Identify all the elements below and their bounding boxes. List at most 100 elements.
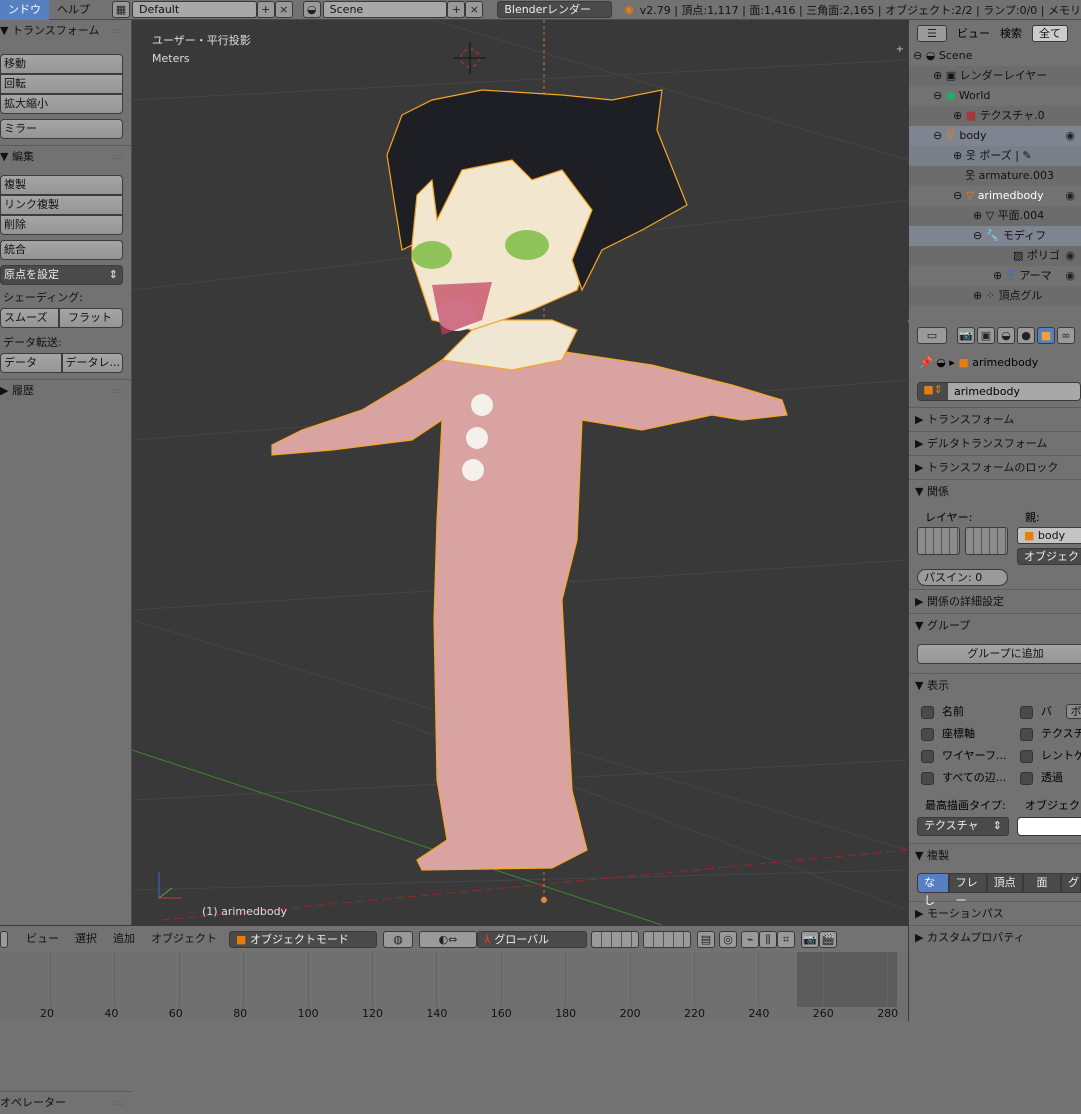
- rotate-button[interactable]: 回転: [0, 74, 123, 94]
- tree-item-pose[interactable]: ⊕ 웃 ポーズ | ✎: [909, 146, 1081, 166]
- parent-type-select[interactable]: オブジェク: [1017, 548, 1081, 565]
- pivot-icon[interactable]: ◐⇔: [419, 931, 477, 948]
- snap-target-icon[interactable]: ⌗: [777, 931, 795, 948]
- scene-field[interactable]: Scene: [323, 1, 448, 18]
- panel-motion-paths[interactable]: ▶ モーションパス: [909, 901, 1081, 925]
- checkbox-xray[interactable]: レントゲ: [1020, 747, 1081, 763]
- snap-element-icon[interactable]: ⫼: [759, 931, 777, 948]
- panel-duplication[interactable]: ▼ 複製: [909, 843, 1081, 867]
- tree-item-texture[interactable]: ⊕ ▩ テクスチャ.0: [909, 106, 1081, 126]
- tree-item-world[interactable]: ⊖ ● World: [909, 86, 1081, 106]
- add-icon[interactable]: +: [257, 1, 275, 18]
- orientation-select[interactable]: ⅄ グローバル: [477, 931, 587, 948]
- layers-2-icon[interactable]: [643, 931, 691, 948]
- delete-button[interactable]: 削除: [0, 215, 123, 235]
- timeline[interactable]: 20406080100120140160180200220240260280: [0, 952, 908, 1021]
- scene-icon[interactable]: ◒: [303, 1, 321, 18]
- panel-relations-extras[interactable]: ▶ 関係の詳細設定: [909, 589, 1081, 613]
- render-engine-select[interactable]: Blenderレンダー: [497, 1, 612, 18]
- lock-layers-icon[interactable]: ▤: [697, 931, 715, 948]
- snap-icon[interactable]: ⌁: [741, 931, 759, 948]
- outliner-filter-select[interactable]: 全て: [1032, 25, 1068, 42]
- object-datablock-icon[interactable]: ■⇕: [918, 383, 948, 400]
- smooth-button[interactable]: スムーズ: [0, 308, 59, 328]
- add-to-group-button[interactable]: グループに追加: [917, 644, 1081, 664]
- menu-object[interactable]: オブジェクト: [143, 929, 225, 949]
- properties-toggle-icon[interactable]: +: [896, 44, 904, 55]
- shading-icon[interactable]: ◍: [383, 931, 413, 948]
- tree-item-arimedbody[interactable]: ⊖ ▽ arimedbody◉: [909, 186, 1081, 206]
- checkbox-all-edges[interactable]: すべての辺...: [921, 769, 1006, 785]
- dupli-faces[interactable]: 面: [1023, 873, 1061, 893]
- pin-icon[interactable]: 📌: [919, 356, 933, 369]
- max-draw-type-select[interactable]: テクスチャ⇕: [917, 817, 1009, 836]
- tree-item-modifiers[interactable]: ⊖ 🔧 モディフ: [909, 226, 1081, 246]
- mode-select[interactable]: ■ オブジェクトモード: [229, 931, 377, 948]
- layer-grid-2[interactable]: [965, 527, 1008, 555]
- layout-icon[interactable]: ▦: [112, 1, 130, 18]
- tree-item-render-layers[interactable]: ⊕ ▣ レンダーレイヤー: [909, 66, 1081, 86]
- render-tab-icon[interactable]: 📷: [957, 327, 975, 344]
- screen-layout-field[interactable]: Default: [132, 1, 257, 18]
- checkbox-bounds[interactable]: バ ボ: [1020, 703, 1081, 719]
- menu-window[interactable]: ンドウ: [0, 0, 49, 20]
- object-color-swatch[interactable]: [1017, 817, 1081, 836]
- panel-relations[interactable]: ▼ 関係: [909, 479, 1081, 503]
- object-tab-icon[interactable]: ■: [1037, 327, 1055, 344]
- duplicate-button[interactable]: 複製: [0, 175, 123, 195]
- menu-add[interactable]: 追加: [105, 929, 143, 949]
- panel-delta-transform[interactable]: ▶ デルタトランスフォーム: [909, 431, 1081, 455]
- layer-grid-1[interactable]: [917, 527, 960, 555]
- visibility-eye-icon[interactable]: ◉: [1065, 186, 1075, 206]
- outliner-display-icon[interactable]: ☰: [917, 25, 947, 42]
- 3d-viewport[interactable]: ユーザー・平行投影 Meters (1) arimedbody +: [132, 20, 908, 925]
- flat-button[interactable]: フラット: [59, 308, 123, 328]
- bounds-type-select[interactable]: ボ: [1066, 704, 1081, 719]
- dupli-group[interactable]: グ: [1061, 873, 1081, 893]
- panel-transform-header[interactable]: ▼ トランスフォーム::::: [0, 20, 131, 42]
- dupli-verts[interactable]: 頂点: [987, 873, 1023, 893]
- menu-view[interactable]: ビュー: [18, 929, 67, 949]
- layers-1-icon[interactable]: [591, 931, 639, 948]
- panel-display[interactable]: ▼ 表示: [909, 673, 1081, 697]
- panel-transform[interactable]: ▶ トランスフォーム: [909, 407, 1081, 431]
- checkbox-texture-space[interactable]: テクスチ: [1020, 725, 1081, 741]
- parent-field[interactable]: ■ body: [1017, 527, 1081, 544]
- pass-index-field[interactable]: パスイン: 0: [917, 569, 1008, 586]
- editor-type-icon[interactable]: ▭: [917, 327, 947, 344]
- close-icon[interactable]: ×: [465, 1, 483, 18]
- proportional-edit-icon[interactable]: ◎: [719, 931, 737, 948]
- tree-item-armature-data[interactable]: 웃 armature.003: [909, 166, 1081, 186]
- render-animation-icon[interactable]: 🎬: [819, 931, 837, 948]
- visibility-eye-icon[interactable]: ◉: [1065, 126, 1075, 146]
- tree-item-mesh-data[interactable]: ⊕ ▽ 平面.004: [909, 206, 1081, 226]
- panel-transform-locks[interactable]: ▶ トランスフォームのロック: [909, 455, 1081, 479]
- object-name-field[interactable]: arimedbody: [948, 383, 1080, 400]
- join-button[interactable]: 統合: [0, 240, 123, 260]
- add-icon[interactable]: +: [447, 1, 465, 18]
- tree-item-modifier-armature[interactable]: ⊕ 웃 アーマ◉: [909, 266, 1081, 286]
- checkbox-transparency[interactable]: 透過: [1020, 769, 1063, 785]
- editor-type-icon[interactable]: [0, 931, 8, 948]
- dupli-none[interactable]: なし: [917, 873, 949, 893]
- tree-item-scene[interactable]: ⊖ ◒ Scene: [909, 46, 1081, 66]
- constraints-tab-icon[interactable]: ∞: [1057, 327, 1075, 344]
- set-origin-select[interactable]: 原点を設定⇕: [0, 265, 123, 285]
- translate-button[interactable]: 移動: [0, 54, 123, 74]
- mirror-button[interactable]: ミラー: [0, 119, 123, 139]
- world-tab-icon[interactable]: ●: [1017, 327, 1035, 344]
- panel-operator-header[interactable]: オペレーター::::: [0, 1091, 132, 1113]
- tree-item-vertex-groups[interactable]: ⊕ ⁘ 頂点グル: [909, 286, 1081, 306]
- render-layers-tab-icon[interactable]: ▣: [977, 327, 995, 344]
- checkbox-name[interactable]: 名前: [921, 703, 964, 719]
- dupli-frames[interactable]: フレー: [949, 873, 987, 893]
- panel-edit-header[interactable]: ▼ 編集::::: [0, 145, 131, 167]
- render-opengl-icon[interactable]: 📷: [801, 931, 819, 948]
- outliner-menu-view[interactable]: ビュー: [957, 25, 990, 41]
- scene-tab-icon[interactable]: ◒: [997, 327, 1015, 344]
- data-transfer-button[interactable]: データ: [0, 353, 62, 373]
- duplicate-linked-button[interactable]: リンク複製: [0, 195, 123, 215]
- checkbox-wireframe[interactable]: ワイヤーフ...: [921, 747, 1007, 763]
- checkbox-axis[interactable]: 座標軸: [921, 725, 975, 741]
- panel-history-header[interactable]: ▶ 履歴::::: [0, 379, 131, 401]
